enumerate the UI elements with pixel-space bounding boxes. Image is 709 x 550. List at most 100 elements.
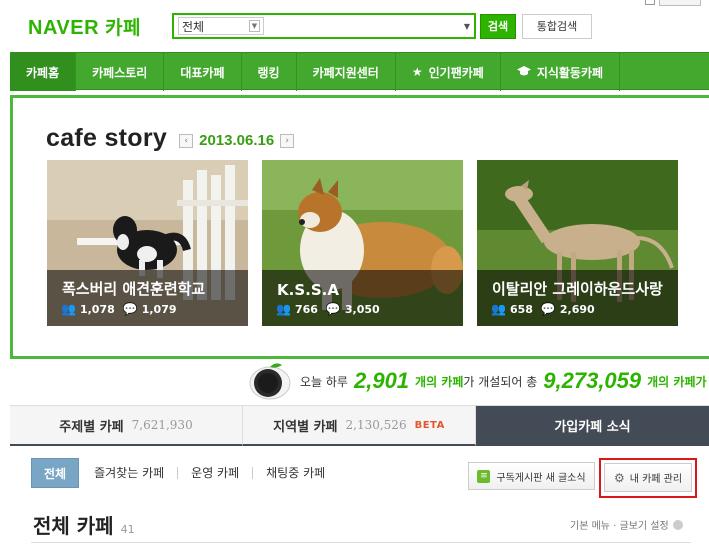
- tab-label: 주제별 카페: [59, 419, 124, 435]
- counter-end-text: 개의 카페가: [647, 374, 707, 389]
- subscription-news-label: 구독게시판 새 글소식: [496, 472, 586, 484]
- total-cafe-count: 9,273,059: [543, 368, 642, 393]
- nav-item-cafe-story[interactable]: 카페스토리: [76, 53, 165, 91]
- cafe-story-header: cafe story ‹ 2013.06.16 ›: [46, 124, 295, 153]
- card-comment-count: 3,050: [344, 302, 380, 316]
- nav-item-featured-cafe[interactable]: 대표카페: [164, 53, 242, 91]
- tab-joined-cafe-news[interactable]: 가입카페 소식: [476, 406, 709, 446]
- filter-links: 즐겨찾는 카페 운영 카페 채팅중 카페: [81, 467, 338, 479]
- cafe-counter: 오늘 하루 2,901 개의 카페 가 개설되어 총 9,273,059 개의 …: [246, 362, 707, 400]
- beta-badge: BETA: [414, 419, 445, 431]
- nav-label: 카페지원센터: [312, 65, 379, 80]
- nav-item-ranking[interactable]: 랭킹: [242, 53, 297, 91]
- star-icon: ★: [411, 65, 423, 79]
- card-comment-count: 2,690: [559, 302, 595, 316]
- card-member-count: 766: [294, 302, 318, 316]
- nav-item-cafe-home[interactable]: 카페홈: [10, 53, 77, 91]
- nav-label: 카페홈: [26, 65, 60, 80]
- main-nav: 카페홈 카페스토리 대표카페 랭킹 카페지원센터 ★ 인기팬카페 지식활동카페: [10, 52, 709, 91]
- card-stats: 👥 766 💬 3,050: [276, 302, 380, 316]
- filter-all-button[interactable]: 전체: [31, 458, 80, 488]
- card-cafe-name: K.S.S.A: [277, 281, 339, 299]
- story-card[interactable]: 폭스버리 애견훈련학교 👥 1,078 💬 1,079: [47, 160, 248, 326]
- page: NAVER 카페 전체 ▼ ▼ 검색 통합검색 카페홈 카페스토리 대표카페 랭…: [0, 0, 709, 550]
- card-member-count: 1,078: [79, 302, 115, 316]
- filter-favorite-cafes[interactable]: 즐겨찾는 카페: [81, 467, 179, 479]
- naver-cafe-logo[interactable]: NAVER 카페: [28, 13, 172, 40]
- section-title: 전체 카페: [33, 514, 114, 538]
- cafe-story-panel: cafe story ‹ 2013.06.16 › 폭스버리 애견훈련학교 👥 …: [10, 95, 709, 359]
- section-count: 41: [120, 523, 135, 536]
- logo-cafe: 카페: [105, 16, 141, 39]
- nav-label: 카페스토리: [92, 65, 148, 80]
- members-icon: 👥: [276, 302, 291, 316]
- cafe-tabs: 주제별 카페 7,621,930 지역별 카페 2,130,526 BETA 가…: [10, 405, 709, 446]
- nav-label: 대표카페: [180, 65, 225, 80]
- card-cafe-name: 폭스버리 애견훈련학교: [62, 280, 206, 298]
- story-card[interactable]: K.S.S.A 👥 766 💬 3,050: [262, 160, 463, 326]
- members-icon: 👥: [491, 302, 506, 316]
- comments-icon: 💬: [325, 302, 341, 316]
- chevron-down-icon: ▼: [249, 20, 260, 32]
- manage-highlight: ⚙ 내 카페 관리: [599, 458, 697, 498]
- top-utility-bar: [645, 0, 701, 6]
- counter-prefix: 오늘 하루: [300, 374, 348, 389]
- tab-count: 2,130,526: [345, 418, 407, 432]
- utility-checkbox[interactable]: [645, 0, 655, 5]
- total-search-button[interactable]: 통합검색: [522, 13, 592, 39]
- tab-count: 7,621,930: [131, 418, 193, 432]
- utility-button[interactable]: [659, 0, 701, 6]
- members-icon: 👥: [61, 302, 76, 316]
- prev-date-button[interactable]: ‹: [179, 133, 194, 148]
- today-cafe-count: 2,901: [353, 368, 410, 393]
- story-cards: 폭스버리 애견훈련학교 👥 1,078 💬 1,079 K.S.S.A 👥 76…: [47, 160, 678, 326]
- nav-label: 지식활동카페: [536, 65, 604, 80]
- filter-managed-cafes[interactable]: 운영 카페: [178, 467, 254, 479]
- section-header: 전체 카페 41: [33, 510, 135, 539]
- view-settings-label: 기본 메뉴 · 글보기 설정: [570, 521, 669, 532]
- cafe-story-title: cafe story: [46, 124, 168, 152]
- coffee-cup-icon: [249, 363, 291, 400]
- nav-item-knowledge-cafe[interactable]: 지식활동카페: [501, 53, 621, 91]
- filter-bar: 전체 즐겨찾는 카페 운영 카페 채팅중 카페: [31, 458, 338, 488]
- search-scope-value: 전체: [182, 19, 205, 34]
- story-date: 2013.06.16: [199, 132, 275, 149]
- card-comment-count: 1,079: [141, 302, 177, 316]
- nav-label: 인기팬카페: [428, 65, 484, 80]
- card-stats: 👥 1,078 💬 1,079: [61, 302, 177, 316]
- filter-chatting-cafes[interactable]: 채팅중 카페: [253, 467, 338, 479]
- search-button[interactable]: 검색: [480, 13, 516, 39]
- card-cafe-name: 이탈리안 그레이하운드사랑: [492, 280, 663, 298]
- next-date-button[interactable]: ›: [280, 133, 295, 148]
- logo-naver: NAVER: [28, 16, 100, 39]
- tab-region-cafe[interactable]: 지역별 카페 2,130,526 BETA: [243, 406, 476, 446]
- comments-icon: 💬: [122, 302, 138, 316]
- tab-label: 가입카페 소식: [554, 419, 631, 435]
- header: NAVER 카페 전체 ▼ ▼ 검색 통합검색: [28, 12, 698, 40]
- search-scope-select[interactable]: 전체 ▼: [178, 17, 264, 35]
- gear-icon: ⚙: [613, 470, 625, 485]
- nav-item-popular-fan-cafe[interactable]: ★ 인기팬카페: [396, 53, 501, 91]
- search-input[interactable]: [264, 17, 462, 35]
- nav-item-support-center[interactable]: 카페지원센터: [297, 53, 396, 91]
- rss-icon: ≡: [477, 469, 491, 483]
- counter-mid-suffix: 가 개설되어 총: [463, 374, 538, 389]
- counter-mid-text: 개의 카페: [415, 374, 464, 389]
- date-navigator: ‹ 2013.06.16 ›: [179, 132, 295, 149]
- graduation-cap-icon: [516, 65, 531, 80]
- card-member-count: 658: [509, 302, 533, 316]
- divider: [31, 542, 691, 543]
- nav-label: 랭킹: [257, 65, 280, 80]
- dropdown-arrow-icon[interactable]: ▼: [464, 22, 470, 31]
- view-settings-link[interactable]: 기본 메뉴 · 글보기 설정: [570, 517, 683, 532]
- card-stats: 👥 658 💬 2,690: [491, 302, 595, 316]
- subscription-news-button[interactable]: ≡ 구독게시판 새 글소식: [468, 462, 595, 490]
- tab-label: 지역별 카페: [273, 419, 338, 435]
- my-cafe-manage-button[interactable]: ⚙ 내 카페 관리: [604, 463, 692, 492]
- settings-icon: [672, 519, 683, 530]
- my-cafe-manage-label: 내 카페 관리: [629, 474, 683, 485]
- comments-icon: 💬: [540, 302, 556, 316]
- tab-topic-cafe[interactable]: 주제별 카페 7,621,930: [10, 406, 243, 446]
- story-card[interactable]: 이탈리안 그레이하운드사랑 👥 658 💬 2,690: [477, 160, 678, 326]
- search-box: 전체 ▼ ▼: [172, 13, 476, 39]
